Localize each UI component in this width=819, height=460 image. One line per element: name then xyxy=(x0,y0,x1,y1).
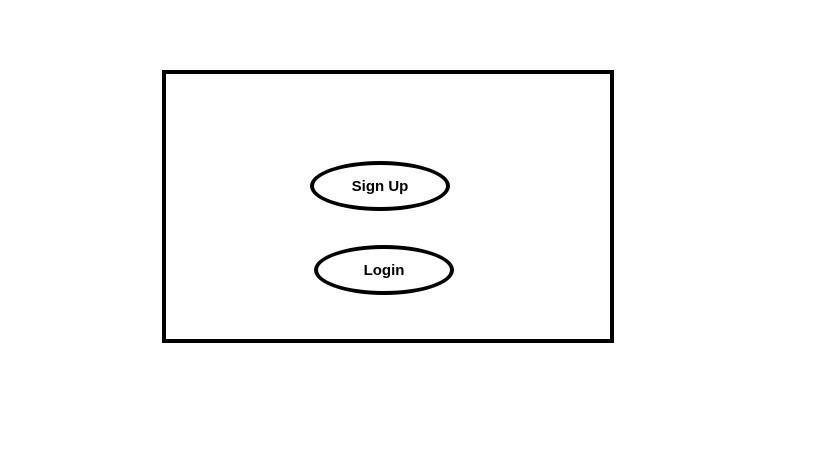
sign-up-button[interactable]: Sign Up xyxy=(310,161,450,211)
app-frame: Sign Up Login xyxy=(162,70,614,343)
login-button[interactable]: Login xyxy=(314,245,454,295)
